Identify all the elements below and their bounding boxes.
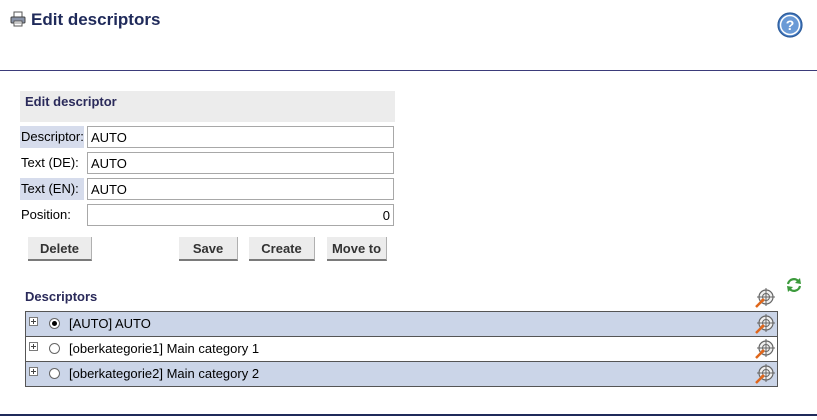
delete-button[interactable]: Delete [28, 237, 92, 261]
expand-icon[interactable] [29, 367, 38, 376]
svg-text:?: ? [786, 17, 795, 33]
help-icon[interactable]: ? [777, 12, 803, 38]
refresh-icon[interactable] [785, 276, 803, 294]
move-to-button[interactable]: Move to [327, 237, 387, 261]
radio-button[interactable] [49, 343, 60, 354]
text-de-label: Text (DE): [21, 155, 79, 170]
tree-row[interactable]: [oberkategorie2] Main category 2 [26, 362, 777, 387]
position-label: Position: [21, 207, 71, 222]
radio-button[interactable] [49, 368, 60, 379]
target-icon[interactable] [755, 288, 775, 308]
target-icon[interactable] [755, 364, 775, 384]
target-icon[interactable] [755, 339, 775, 359]
panel-title: Edit descriptor [25, 94, 117, 109]
target-icon[interactable] [755, 314, 775, 334]
position-input[interactable] [87, 204, 394, 226]
text-de-input[interactable] [87, 152, 394, 174]
tree-row-label[interactable]: [oberkategorie1] Main category 1 [69, 341, 259, 356]
printer-icon[interactable] [10, 11, 26, 27]
footer-divider [0, 414, 817, 416]
create-button[interactable]: Create [249, 237, 315, 261]
text-en-label: Text (EN): [20, 178, 84, 200]
page-title: Edit descriptors [31, 10, 161, 29]
descriptors-title: Descriptors [25, 289, 98, 304]
descriptor-input[interactable] [87, 126, 394, 148]
descriptor-tree: [AUTO] AUTO [oberkategorie1] Main catego… [25, 311, 778, 387]
edit-descriptor-panel: Edit descriptor [20, 91, 395, 122]
page-header: Edit descriptors ? [0, 0, 817, 71]
tree-row-label[interactable]: [AUTO] AUTO [69, 316, 151, 331]
tree-row[interactable]: [AUTO] AUTO [26, 312, 777, 337]
radio-button[interactable] [49, 318, 60, 329]
expand-icon[interactable] [29, 317, 38, 326]
tree-row[interactable]: [oberkategorie1] Main category 1 [26, 337, 777, 362]
tree-row-label[interactable]: [oberkategorie2] Main category 2 [69, 366, 259, 381]
text-en-input[interactable] [87, 178, 394, 200]
descriptor-label: Descriptor: [20, 126, 84, 148]
expand-icon[interactable] [29, 342, 38, 351]
save-button[interactable]: Save [179, 237, 238, 261]
